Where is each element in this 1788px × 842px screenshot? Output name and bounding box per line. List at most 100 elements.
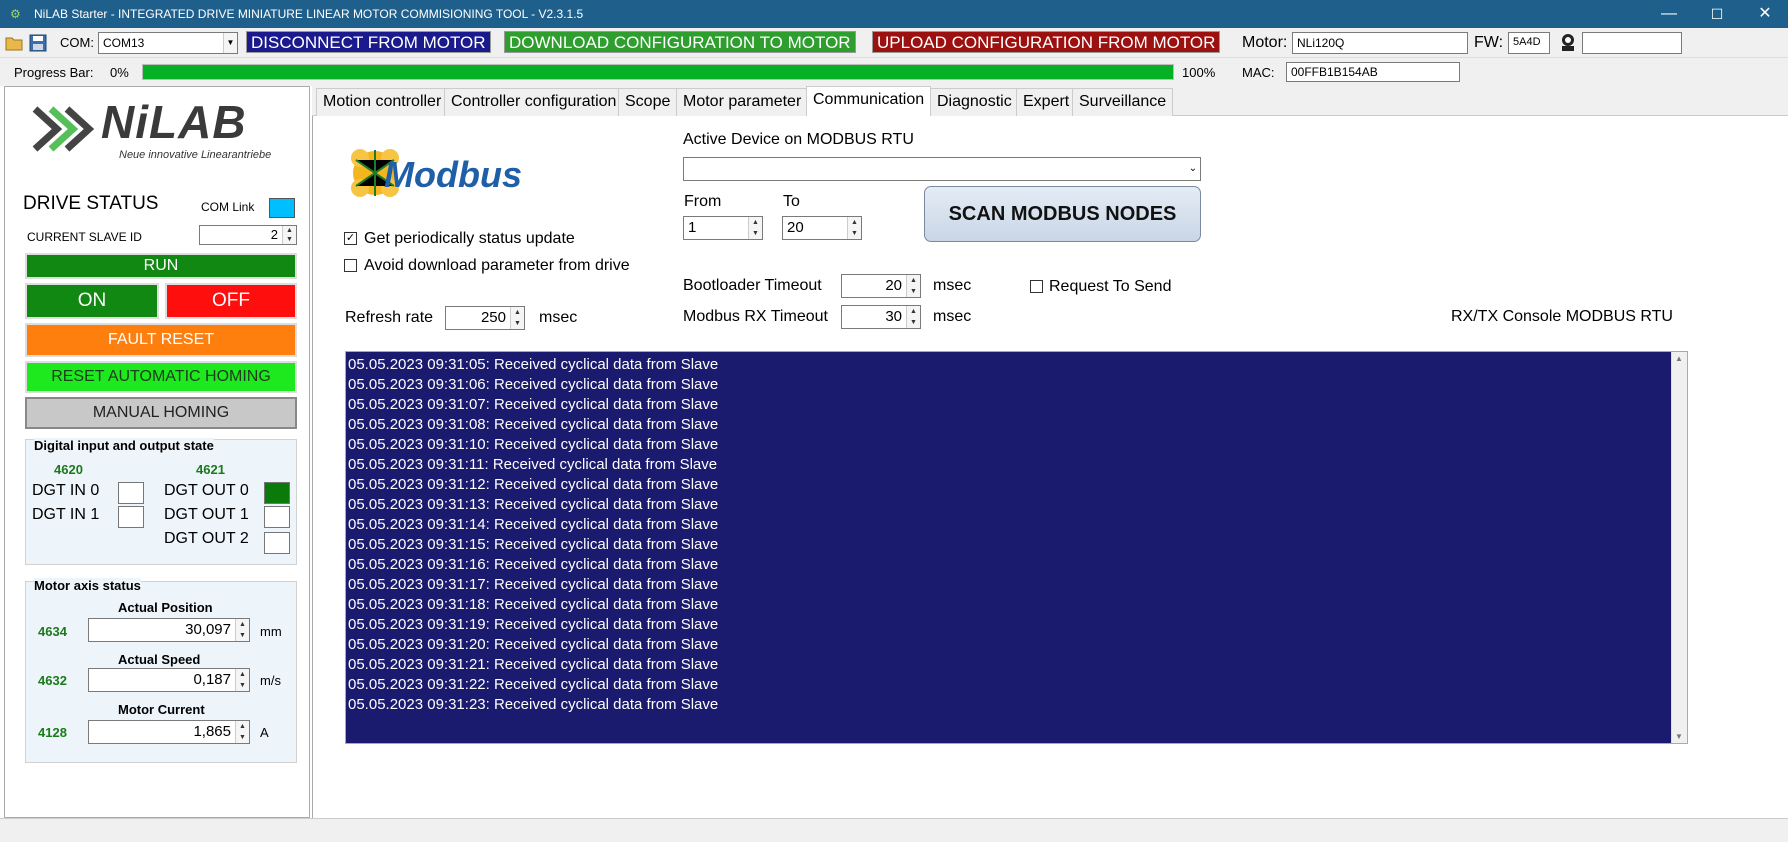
com-link-indicator (269, 198, 295, 218)
get-status-checkbox[interactable]: ✓ (344, 232, 357, 245)
slave-id-label: CURRENT SLAVE ID (27, 230, 142, 244)
from-value: 1 (688, 219, 697, 236)
rx-timeout-value: 30 (885, 308, 902, 325)
minimize-button[interactable]: — (1646, 0, 1692, 28)
spinner-arrows-icon[interactable]: ▲ ▼ (510, 307, 524, 329)
tab-expert[interactable]: Expert (1016, 88, 1077, 116)
motor-axis-group: Motor axis status Actual Position 4634 3… (25, 578, 297, 763)
console-title: RX/TX Console MODBUS RTU (1451, 308, 1673, 325)
refresh-rate-value: 250 (480, 309, 506, 326)
scroll-down-icon[interactable]: ▼ (1675, 732, 1683, 741)
motor-current-label: Motor Current (118, 702, 205, 717)
bootloader-timeout-field[interactable]: 20 ▲ ▼ (841, 274, 921, 298)
bootloader-msec-label: msec (933, 277, 972, 294)
console-line: 05.05.2023 09:31:05: Received cyclical d… (348, 356, 719, 373)
current-register: 4128 (38, 725, 67, 740)
avoid-download-checkbox[interactable] (344, 259, 357, 272)
active-device-select[interactable]: ⌄ (683, 157, 1201, 181)
mac-field[interactable]: 00FFB1B154AB (1286, 62, 1460, 82)
console-line: 05.05.2023 09:31:20: Received cyclical d… (348, 636, 719, 653)
manual-homing-button[interactable]: MANUAL HOMING (25, 397, 297, 429)
run-button[interactable]: RUN (25, 253, 297, 279)
save-icon[interactable] (28, 33, 48, 53)
close-button[interactable]: ✕ (1742, 0, 1788, 28)
reset-homing-button[interactable]: RESET AUTOMATIC HOMING (25, 361, 297, 393)
actual-position-value: 30,097 (185, 621, 231, 638)
slave-id-value: 2 (270, 227, 278, 242)
rx-timeout-msec-label: msec (933, 308, 972, 325)
download-config-button[interactable]: DOWNLOAD CONFIGURATION TO MOTOR (504, 31, 856, 53)
modbus-logo: Modbus (344, 140, 564, 210)
logo-mark-icon (32, 106, 95, 152)
tab-motor-parameter[interactable]: Motor parameter (676, 88, 809, 116)
dgt-in-1-indicator (118, 506, 144, 528)
spinner-arrows-icon[interactable]: ▲ ▼ (906, 275, 920, 297)
title-bar: ⚙ NiLAB Starter - INTEGRATED DRIVE MINIA… (0, 0, 1788, 28)
console-line: 05.05.2023 09:31:18: Received cyclical d… (348, 596, 719, 613)
position-register: 4634 (38, 624, 67, 639)
dgt-out-1-indicator (264, 506, 290, 528)
fault-reset-button[interactable]: FAULT RESET (25, 323, 297, 357)
rx-timeout-field[interactable]: 30 ▲ ▼ (841, 305, 921, 329)
current-unit: A (260, 725, 269, 740)
rx-timeout-label: Modbus RX Timeout (683, 308, 828, 325)
toolbar: COM: COM13 ▼ DISCONNECT FROM MOTOR DOWNL… (0, 28, 1788, 58)
tab-motion-controller[interactable]: Motion controller (316, 88, 449, 116)
tab-bar: Motion controller Controller configurati… (312, 86, 1788, 117)
spinner-arrows-icon[interactable]: ▲ ▼ (906, 306, 920, 328)
modbus-logo-text: Modbus (384, 154, 522, 195)
speed-register: 4632 (38, 673, 67, 688)
tab-communication[interactable]: Communication (806, 86, 932, 117)
motor-current-field: 1,865 ▲ ▼ (88, 720, 250, 744)
spinner-arrows-icon[interactable]: ▲ ▼ (282, 226, 296, 244)
from-field[interactable]: 1 ▲ ▼ (683, 216, 763, 240)
refresh-rate-field[interactable]: 250 ▲ ▼ (445, 306, 525, 330)
speed-unit: m/s (260, 673, 281, 688)
tab-controller-configuration[interactable]: Controller configuration (444, 88, 624, 116)
tab-scope[interactable]: Scope (618, 88, 678, 116)
request-to-send-checkbox[interactable] (1030, 280, 1043, 293)
fw-field[interactable]: 5A4D (1508, 32, 1550, 54)
chevron-down-icon: ▼ (223, 33, 237, 53)
on-button[interactable]: ON (25, 283, 159, 319)
off-button[interactable]: OFF (165, 283, 297, 319)
com-select[interactable]: COM13 ▼ (98, 32, 238, 54)
window-title: NiLAB Starter - INTEGRATED DRIVE MINIATU… (34, 7, 584, 21)
tab-diagnostic[interactable]: Diagnostic (930, 88, 1019, 116)
console-line: 05.05.2023 09:31:11: Received cyclical d… (348, 456, 718, 473)
fw-label: FW: (1474, 34, 1504, 51)
dgt-out-2-label: DGT OUT 2 (164, 530, 249, 547)
scan-modbus-nodes-button[interactable]: SCAN MODBUS NODES (924, 186, 1201, 242)
extra-field[interactable] (1582, 32, 1682, 54)
slave-id-field[interactable]: 2 ▲ ▼ (199, 225, 297, 245)
user-profile-icon[interactable] (1558, 32, 1578, 52)
console-line: 05.05.2023 09:31:06: Received cyclical d… (348, 376, 719, 393)
position-unit: mm (260, 624, 282, 639)
console-line: 05.05.2023 09:31:19: Received cyclical d… (348, 616, 719, 633)
open-folder-icon[interactable] (4, 33, 24, 53)
motor-field[interactable]: NLi120Q (1292, 32, 1468, 54)
to-field[interactable]: 20 ▲ ▼ (782, 216, 862, 240)
maximize-button[interactable]: ☐ (1694, 0, 1740, 28)
motor-label: Motor: (1242, 34, 1288, 51)
mac-label: MAC: (1242, 65, 1275, 80)
spinner-arrows-icon: ▲ ▼ (235, 721, 249, 743)
rx-tx-console[interactable]: 05.05.2023 09:31:05: Received cyclical d… (345, 351, 1688, 744)
dgt-in-1-label: DGT IN 1 (32, 506, 100, 523)
com-value: COM13 (103, 36, 145, 50)
actual-speed-field: 0,187 ▲ ▼ (88, 668, 250, 692)
motor-axis-title: Motor axis status (34, 578, 141, 593)
disconnect-button[interactable]: DISCONNECT FROM MOTOR (246, 31, 491, 53)
console-line: 05.05.2023 09:31:13: Received cyclical d… (348, 496, 719, 513)
tab-surveillance[interactable]: Surveillance (1072, 88, 1174, 116)
dio-out-register: 4621 (196, 462, 225, 477)
scroll-up-icon[interactable]: ▲ (1675, 354, 1683, 363)
console-scrollbar[interactable]: ▲ ▼ (1671, 352, 1687, 743)
spinner-arrows-icon[interactable]: ▲ ▼ (847, 217, 861, 239)
spinner-arrows-icon[interactable]: ▲ ▼ (748, 217, 762, 239)
digital-io-title: Digital input and output state (34, 438, 214, 453)
upload-config-button[interactable]: UPLOAD CONFIGURATION FROM MOTOR (872, 31, 1221, 53)
drive-status-heading: DRIVE STATUS (23, 193, 159, 214)
refresh-msec-label: msec (539, 309, 578, 326)
to-value: 20 (787, 219, 804, 236)
